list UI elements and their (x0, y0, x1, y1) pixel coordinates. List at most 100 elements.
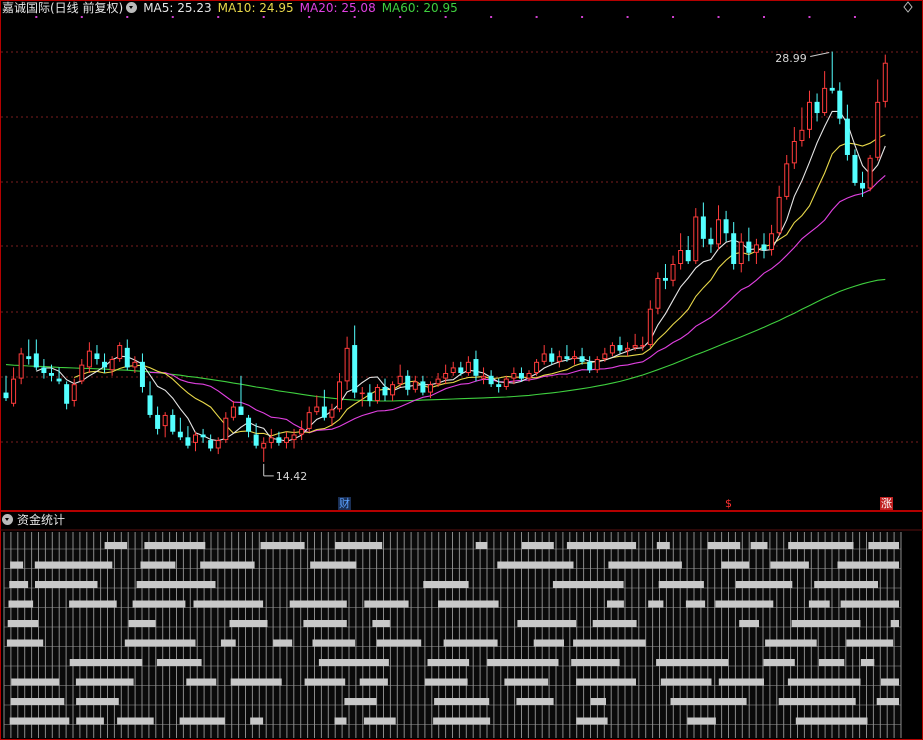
candle-body (71, 384, 77, 401)
candle-body (822, 87, 828, 114)
chart-legend: 嘉诚国际(日线 前复权) MA5: 25.23 MA10: 24.95 MA20: 2… (2, 1, 464, 17)
candle-body (852, 154, 858, 183)
candle-body (693, 216, 699, 262)
dropdown-icon[interactable] (126, 2, 138, 13)
candle-body (223, 417, 229, 441)
candle-body (503, 378, 509, 387)
fund-bar (6, 639, 44, 647)
fund-bar (608, 561, 682, 569)
fund-bar (707, 542, 741, 549)
fund-bar (592, 620, 637, 627)
dropdown-icon[interactable] (2, 514, 13, 525)
candle-body (806, 101, 812, 130)
candle-body (465, 361, 471, 374)
fund-bar (344, 698, 377, 705)
fund-bar (34, 561, 113, 569)
candle-body (41, 367, 47, 374)
fund-bar (648, 600, 664, 608)
candle-body (731, 233, 737, 264)
candle-body (882, 62, 888, 102)
financial-report-marker[interactable]: 财 (338, 497, 351, 510)
fund-bar (819, 659, 845, 666)
fund-bar (778, 698, 856, 705)
candle-body (844, 118, 850, 155)
candle-body (306, 412, 312, 429)
candle-body (147, 395, 153, 415)
fund-bar (607, 600, 624, 608)
candle-body (79, 364, 85, 382)
fund-bar (814, 581, 878, 588)
ma10-label: MA10: 24.95 (217, 1, 294, 15)
fund-bar (334, 717, 347, 725)
top-dot (535, 16, 538, 18)
kline-chart[interactable] (0, 0, 923, 740)
candle-body (670, 263, 676, 281)
fund-bar (770, 561, 809, 569)
fund-bar (721, 561, 750, 569)
fund-bar (229, 620, 268, 627)
candle-body (769, 233, 775, 251)
fund-bar (573, 639, 646, 647)
candle-body (716, 219, 722, 245)
fund-bar (273, 639, 293, 647)
ma60-label: MA60: 20.95 (381, 1, 458, 15)
fund-bar (35, 581, 98, 588)
candle-body (261, 442, 267, 449)
fund-bar (517, 620, 576, 627)
candle-body (753, 244, 759, 253)
fund-bar (186, 678, 217, 686)
high-price-label: 28.99 (775, 51, 807, 65)
candle-body (708, 238, 714, 245)
top-dot (581, 16, 584, 18)
fund-bar (881, 678, 899, 686)
fund-bar (670, 698, 747, 705)
fund-bar (75, 678, 134, 686)
candle-body (640, 345, 646, 347)
candle-body (791, 140, 797, 164)
candle-body (253, 434, 259, 446)
fund-bar (522, 542, 554, 549)
top-dot (763, 16, 765, 18)
candle-body (564, 356, 570, 360)
dividend-marker[interactable]: $ (724, 497, 733, 510)
fund-bar (890, 620, 899, 627)
candle-body (18, 353, 24, 379)
fund-bar (117, 717, 154, 725)
candle-body (102, 361, 108, 368)
fund-bar (200, 561, 255, 569)
fund-bar (656, 659, 729, 666)
fund-bar (658, 581, 704, 588)
fund-bar (136, 581, 216, 588)
candle-body (518, 373, 524, 379)
candle-body (299, 428, 305, 435)
fund-bar (763, 659, 795, 666)
candle-body (837, 90, 843, 119)
candle-body (511, 373, 517, 379)
fund-bar (427, 659, 470, 666)
fund-bar (104, 542, 128, 549)
fund-bar (533, 639, 564, 647)
candle-body (412, 381, 418, 390)
candle-body (367, 392, 373, 401)
ma5-line (36, 110, 886, 442)
fund-bar (715, 600, 774, 608)
fund-bar (660, 678, 712, 686)
fund-bar (10, 698, 65, 705)
ma20-label: MA20: 25.08 (299, 1, 376, 15)
diamond-icon (903, 1, 913, 13)
candle-body (867, 157, 873, 189)
top-dot (808, 16, 811, 18)
limit-up-marker[interactable]: 涨 (880, 497, 893, 510)
candle-body (746, 241, 752, 253)
candle-body (177, 431, 183, 438)
candle-body (276, 437, 282, 443)
candle-body (230, 406, 236, 418)
fund-bar (590, 698, 606, 705)
fund-stats-title: 资金统计 (17, 513, 66, 527)
fund-bar (475, 542, 488, 549)
candle-body (314, 406, 320, 413)
candle-body (329, 409, 335, 418)
fund-stats-panel-title[interactable]: 资金统计 (2, 513, 65, 528)
fund-bar (787, 678, 861, 686)
candle-body (443, 373, 449, 379)
